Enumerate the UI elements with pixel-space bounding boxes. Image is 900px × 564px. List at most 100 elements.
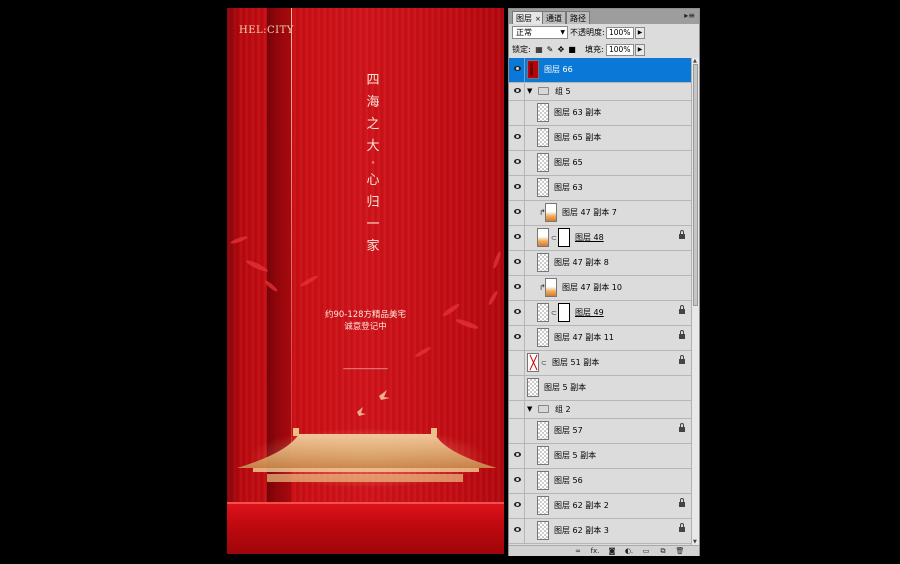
- adjustment-layer-icon[interactable]: ◐.: [622, 546, 636, 556]
- new-group-icon[interactable]: ▭: [639, 546, 653, 556]
- layer-row[interactable]: ⊂ 图层 48: [509, 226, 691, 251]
- layer-list[interactable]: 图层 66 ▼ 组 5 图层 63 副本 图层 65 副本 图层 65 图层 63 ↱ 图层 4…: [509, 58, 691, 545]
- layer-name: 图层 49: [575, 308, 604, 317]
- visibility-toggle[interactable]: [511, 444, 525, 468]
- scrollbar-thumb[interactable]: [693, 64, 698, 306]
- layer-thumbnail[interactable]: [537, 521, 549, 540]
- blend-mode-select[interactable]: 正常 ▼: [512, 26, 568, 39]
- layer-row[interactable]: 图层 63: [509, 176, 691, 201]
- visibility-toggle[interactable]: [511, 494, 525, 518]
- visibility-toggle[interactable]: [511, 326, 525, 350]
- lock-move-icon[interactable]: ✥: [557, 45, 565, 54]
- visibility-toggle[interactable]: [511, 201, 525, 225]
- layer-thumbnail[interactable]: [537, 446, 549, 465]
- layer-row[interactable]: 图层 66: [509, 58, 691, 83]
- add-mask-icon[interactable]: ◙: [605, 546, 619, 556]
- trash-icon[interactable]: 🗑: [673, 546, 687, 556]
- mask-thumbnail[interactable]: [558, 228, 570, 247]
- lock-paint-icon[interactable]: ✎: [546, 45, 554, 54]
- layer-thumbnail[interactable]: [527, 378, 539, 397]
- visibility-toggle[interactable]: [511, 276, 525, 300]
- layer-thumbnail[interactable]: [527, 353, 539, 372]
- visibility-toggle[interactable]: [511, 101, 525, 125]
- layer-row[interactable]: 图层 47 副本 8: [509, 251, 691, 276]
- poster-subtitle-area: 约90-128方精品美宅: [324, 310, 407, 320]
- visibility-toggle[interactable]: [511, 469, 525, 493]
- layer-thumbnail[interactable]: [537, 253, 549, 272]
- fill-slider-button[interactable]: ▶: [635, 44, 645, 56]
- layer-thumbnail[interactable]: [537, 421, 549, 440]
- layer-row[interactable]: 图层 57: [509, 419, 691, 444]
- eye-icon: [514, 309, 521, 314]
- visibility-toggle[interactable]: [511, 226, 525, 250]
- visibility-toggle[interactable]: [511, 151, 525, 175]
- fill-input[interactable]: 100%: [606, 44, 634, 56]
- layer-thumbnail[interactable]: [537, 128, 549, 147]
- layer-row[interactable]: 图层 5 副本: [509, 444, 691, 469]
- chain-link-icon[interactable]: ⊂: [551, 309, 557, 317]
- layer-row[interactable]: 图层 65: [509, 151, 691, 176]
- visibility-toggle[interactable]: [511, 419, 525, 443]
- visibility-toggle[interactable]: [511, 176, 525, 200]
- new-layer-icon[interactable]: ⧉: [656, 546, 670, 556]
- tab-paths[interactable]: 路径: [566, 11, 590, 24]
- visibility-toggle[interactable]: [511, 519, 525, 543]
- layer-row[interactable]: ⊂ 图层 49: [509, 301, 691, 326]
- layer-row[interactable]: 图层 56: [509, 469, 691, 494]
- mask-thumbnail[interactable]: [558, 303, 570, 322]
- layer-row[interactable]: ⊂ 图层 51 副本: [509, 351, 691, 376]
- layer-thumbnail[interactable]: [537, 496, 549, 515]
- chain-link-icon[interactable]: ⊂: [541, 359, 547, 367]
- layer-row[interactable]: 图层 5 副本: [509, 376, 691, 401]
- eye-icon: [514, 209, 521, 214]
- layer-group-row[interactable]: ▼ 组 2: [509, 401, 691, 419]
- opacity-input[interactable]: 100%: [606, 27, 634, 39]
- lock-transparent-icon[interactable]: ▦: [535, 45, 543, 54]
- layer-row[interactable]: 图层 63 副本: [509, 101, 691, 126]
- eye-icon: [514, 259, 521, 264]
- layer-thumbnail[interactable]: [537, 303, 549, 322]
- layer-name: 组 5: [555, 87, 571, 96]
- visibility-toggle[interactable]: [511, 58, 525, 82]
- layer-row[interactable]: ↱ 图层 47 副本 10: [509, 276, 691, 301]
- opacity-slider-button[interactable]: ▶: [635, 27, 645, 39]
- layer-thumbnail[interactable]: [545, 278, 557, 297]
- tab-layers[interactable]: 图层 ×: [512, 11, 545, 24]
- layer-thumbnail[interactable]: [545, 203, 557, 222]
- visibility-toggle[interactable]: [511, 376, 525, 400]
- tab-channels[interactable]: 通道: [542, 11, 566, 24]
- layer-row[interactable]: ↱ 图层 47 副本 7: [509, 201, 691, 226]
- layer-thumbnail[interactable]: [537, 228, 549, 247]
- layer-thumbnail[interactable]: [537, 153, 549, 172]
- visibility-toggle[interactable]: [511, 126, 525, 150]
- opacity-label: 不透明度:: [570, 28, 605, 37]
- layer-list-scrollbar[interactable]: ▲ ▼: [691, 58, 699, 545]
- expand-arrow-icon[interactable]: ▼: [527, 405, 532, 413]
- panel-menu-icon[interactable]: ▸≡: [684, 11, 695, 20]
- close-icon[interactable]: ×: [535, 15, 541, 23]
- layers-footer-toolbar: ∞ fx. ◙ ◐. ▭ ⧉ 🗑: [509, 545, 699, 556]
- expand-arrow-icon[interactable]: ▼: [527, 87, 532, 95]
- layer-row[interactable]: 图层 65 副本: [509, 126, 691, 151]
- layer-row[interactable]: 图层 62 副本 2: [509, 494, 691, 519]
- poster-canvas[interactable]: HEL:CITY 四 海 之 大 • 心 归 一 家 约90-128方精品美宅 …: [227, 8, 504, 554]
- lock-all-icon[interactable]: ■: [568, 45, 576, 54]
- lock-icon: [679, 423, 685, 433]
- visibility-toggle[interactable]: [511, 251, 525, 275]
- link-layers-icon[interactable]: ∞: [571, 546, 585, 556]
- fx-icon[interactable]: fx.: [588, 546, 602, 556]
- layer-thumbnail[interactable]: [537, 103, 549, 122]
- layer-row[interactable]: 图层 47 副本 11: [509, 326, 691, 351]
- visibility-toggle[interactable]: [511, 301, 525, 325]
- visibility-toggle[interactable]: [511, 351, 525, 375]
- layer-name: 图层 47 副本 11: [554, 333, 614, 342]
- layer-row[interactable]: 图层 62 副本 3: [509, 519, 691, 544]
- layer-thumbnail[interactable]: [537, 471, 549, 490]
- chain-link-icon[interactable]: ⊂: [551, 234, 557, 242]
- layer-thumbnail[interactable]: [527, 60, 539, 79]
- visibility-toggle[interactable]: [511, 83, 525, 100]
- layer-group-row[interactable]: ▼ 组 5: [509, 83, 691, 101]
- visibility-toggle[interactable]: [511, 401, 525, 418]
- layer-thumbnail[interactable]: [537, 178, 549, 197]
- layer-thumbnail[interactable]: [537, 328, 549, 347]
